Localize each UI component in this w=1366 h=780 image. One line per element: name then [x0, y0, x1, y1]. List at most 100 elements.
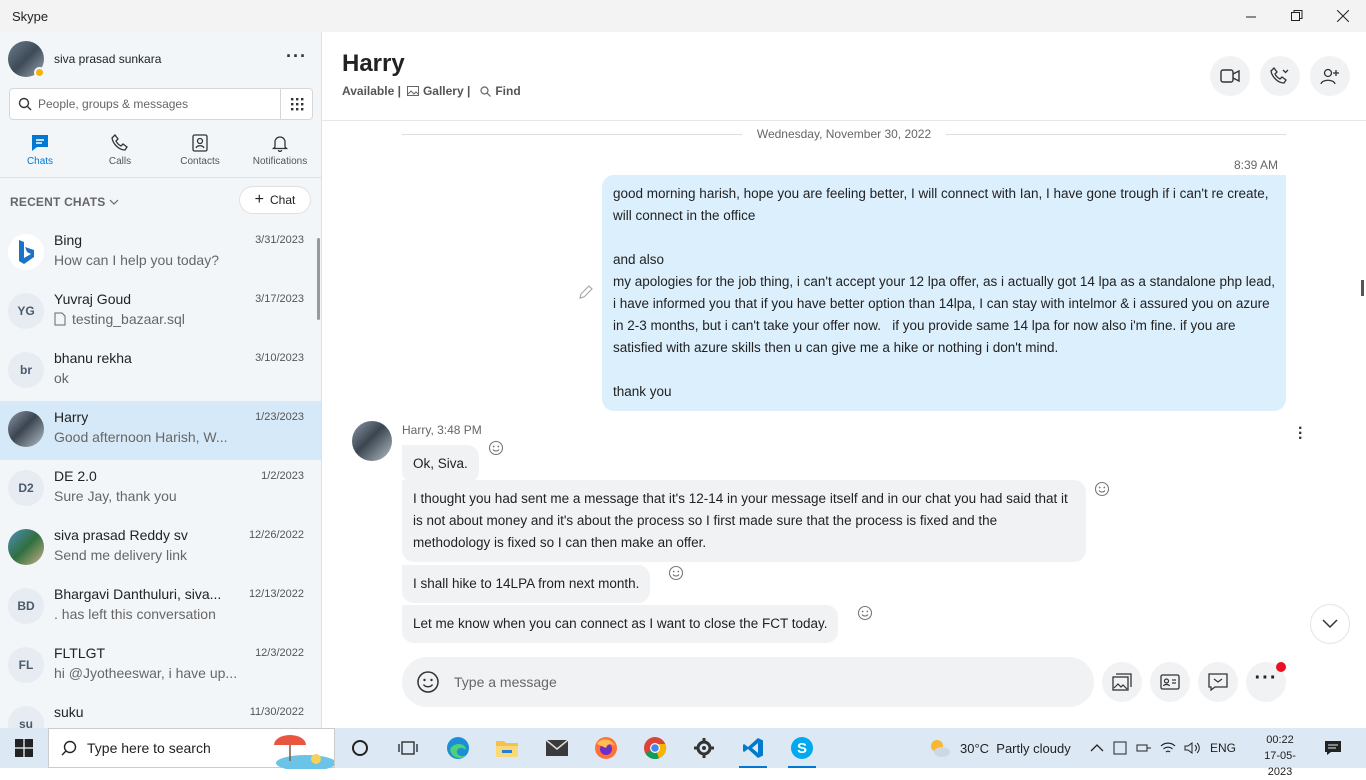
profile-avatar[interactable]: [8, 41, 45, 78]
incoming-message[interactable]: I thought you had sent me a message that…: [402, 480, 1086, 562]
contact-name[interactable]: Harry: [342, 50, 405, 78]
chat-item-yuvraj-goud[interactable]: YG Yuvraj Goud 3/17/2023 testing_bazaar.…: [0, 283, 321, 342]
task-view-button[interactable]: [388, 732, 428, 764]
svg-text:S: S: [797, 740, 807, 757]
video-call-button[interactable]: [1210, 56, 1250, 96]
skype-app[interactable]: S: [782, 732, 822, 768]
new-chat-button[interactable]: + Chat: [239, 186, 311, 214]
mail-app[interactable]: [537, 732, 577, 764]
scroll-to-bottom-button[interactable]: [1310, 604, 1350, 644]
close-button[interactable]: [1320, 0, 1366, 32]
message-more-icon[interactable]: · · ·: [1298, 421, 1303, 447]
chat-list-scrollbar[interactable]: [317, 238, 320, 320]
send-contact-button[interactable]: [1150, 662, 1190, 702]
emoji-icon[interactable]: [416, 670, 440, 694]
emoji-reaction-icon[interactable]: [1094, 481, 1110, 497]
gallery-label: Gallery |: [422, 84, 471, 98]
settings-app[interactable]: [684, 732, 724, 764]
chat-item-bhanu-rekha[interactable]: br bhanu rekha 3/10/2023 ok: [0, 342, 321, 401]
recent-chats-header[interactable]: RECENT CHATS: [10, 195, 119, 209]
emoji-reaction-icon[interactable]: [857, 605, 873, 621]
restore-button[interactable]: [1274, 0, 1320, 32]
weather-widget[interactable]: 30°C Partly cloudy: [926, 728, 1071, 768]
edge-app[interactable]: [438, 732, 478, 764]
chat-date: 11/30/2022: [249, 706, 304, 718]
add-people-button[interactable]: [1310, 56, 1350, 96]
more-options-button[interactable]: ···: [1246, 662, 1286, 702]
clock[interactable]: 00:22 17-05-2023: [1252, 732, 1308, 780]
wifi-icon[interactable]: [1160, 741, 1176, 755]
incoming-message[interactable]: Let me know when you can connect as I wa…: [402, 605, 839, 643]
network-icon[interactable]: [1136, 741, 1152, 755]
search-placeholder: People, groups & messages: [38, 97, 189, 111]
chat-icon: [32, 135, 48, 151]
chat-preview: Send me delivery link: [54, 547, 188, 563]
incoming-message[interactable]: I shall hike to 14LPA from next month.: [402, 565, 651, 603]
firefox-app[interactable]: [586, 732, 626, 764]
cortana-button[interactable]: [340, 732, 380, 764]
outgoing-message[interactable]: good morning harish, hope you are feelin…: [602, 175, 1286, 411]
language-indicator[interactable]: ENG: [1210, 741, 1236, 755]
chat-item-suku[interactable]: su suku 11/30/2022: [0, 696, 321, 728]
tab-calls[interactable]: Calls: [80, 130, 160, 177]
chevron-up-icon[interactable]: [1090, 743, 1104, 753]
chat-item-fltlgt[interactable]: FL FLTLGT 12/3/2022 hi @Jyotheeswar, i h…: [0, 637, 321, 696]
send-media-button[interactable]: [1102, 662, 1142, 702]
volume-icon[interactable]: [1184, 741, 1202, 755]
profile[interactable]: siva prasad sunkara: [8, 40, 161, 78]
find-link[interactable]: Find: [480, 84, 521, 98]
emoji-reaction-icon[interactable]: [488, 440, 504, 456]
emoji-reaction-icon[interactable]: [668, 565, 684, 581]
chat-list: Bing 3/31/2023 How can I help you today?…: [0, 224, 321, 728]
chrome-app[interactable]: [635, 732, 675, 764]
conversation-scrollbar[interactable]: [1361, 280, 1364, 296]
chevron-down-icon: [1322, 619, 1338, 629]
audio-call-button[interactable]: [1260, 56, 1300, 96]
tab-chats-label: Chats: [26, 156, 54, 167]
partly-cloudy-icon: [931, 740, 950, 757]
gear-icon: [694, 738, 714, 758]
dialpad-button[interactable]: [281, 88, 313, 120]
bing-logo-icon: [8, 234, 44, 270]
close-icon: [1337, 10, 1349, 22]
chat-bubble-icon: [1208, 673, 1228, 691]
chat-name: FLTLGT: [54, 645, 106, 661]
image-gallery-icon: [1112, 673, 1132, 691]
chat-date: 3/10/2023: [255, 352, 304, 364]
new-chat-label: Chat: [269, 193, 296, 207]
avatar[interactable]: [352, 421, 392, 461]
tab-contacts[interactable]: Contacts: [160, 130, 240, 177]
notification-dot: [1276, 662, 1286, 672]
beach-umbrella-icon: [274, 735, 334, 769]
edit-pencil-icon[interactable]: [578, 284, 594, 300]
recent-chats-label: RECENT CHATS: [10, 195, 106, 209]
chat-date: 12/3/2022: [255, 647, 304, 659]
vscode-app[interactable]: [733, 732, 773, 768]
incoming-message-meta: Harry, 3:48 PM: [402, 423, 482, 437]
search-input[interactable]: People, groups & messages: [9, 88, 281, 120]
conversation-subbar: Available | Gallery | Find: [342, 84, 521, 98]
chat-item-bhargavi[interactable]: BD Bhargavi Danthuluri, siva... 12/13/20…: [0, 578, 321, 637]
search-icon: [18, 97, 32, 111]
gallery-link[interactable]: Gallery |: [406, 84, 471, 98]
chat-item-siva-prasad-reddy[interactable]: siva prasad Reddy sv 12/26/2022 Send me …: [0, 519, 321, 578]
chat-item-harry[interactable]: Harry 1/23/2023 Good afternoon Harish, W…: [0, 401, 321, 460]
more-options-icon[interactable]: ···: [286, 46, 307, 67]
tab-chats[interactable]: Chats: [0, 130, 80, 177]
message-input[interactable]: Type a message: [402, 657, 1094, 707]
chat-item-bing[interactable]: Bing 3/31/2023 How can I help you today?: [0, 224, 321, 283]
incoming-message[interactable]: Ok, Siva.: [402, 445, 479, 483]
chat-item-de-2[interactable]: D2 DE 2.0 1/2/2023 Sure Jay, thank you: [0, 460, 321, 519]
tab-notifications[interactable]: Notifications: [240, 130, 320, 177]
tab-calls-label: Calls: [108, 156, 132, 167]
file-explorer-app[interactable]: [487, 732, 527, 764]
action-center-button[interactable]: [1313, 732, 1353, 764]
send-message-extras-button[interactable]: [1198, 662, 1238, 702]
minimize-button[interactable]: [1228, 0, 1274, 32]
taskbar-search[interactable]: Type here to search: [48, 728, 335, 769]
clock-date: 17-05-2023: [1264, 750, 1296, 778]
tab-contacts-label: Contacts: [180, 156, 220, 167]
start-button[interactable]: [4, 732, 44, 764]
people-icon[interactable]: [1112, 741, 1128, 755]
contact-status: Available |: [342, 84, 401, 98]
